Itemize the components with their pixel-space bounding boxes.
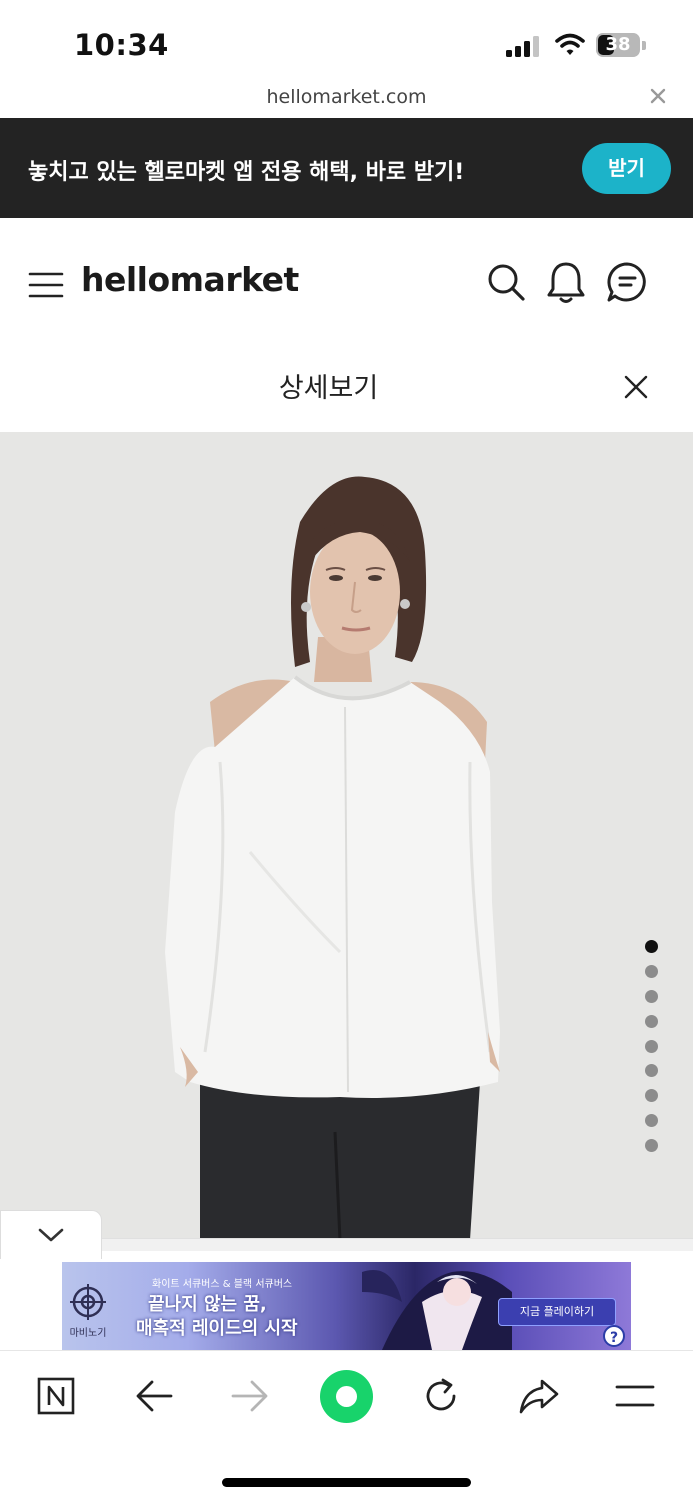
close-icon[interactable] [622,373,650,401]
bell-icon[interactable] [545,260,587,304]
naver-green-dot-button[interactable] [320,1370,373,1423]
battery-tip [642,41,646,50]
pager-dot[interactable] [645,1089,658,1102]
green-dot-inner [336,1386,357,1407]
mabinogi-logo-icon [70,1284,106,1320]
product-photo [0,432,693,1240]
search-icon[interactable] [486,262,526,302]
image-pager[interactable] [645,940,659,1152]
pager-dot[interactable] [645,990,658,1003]
home-indicator [222,1478,471,1487]
pager-dot[interactable] [645,1064,658,1077]
battery-percent: 38 [605,34,631,55]
back-arrow-icon[interactable] [135,1379,173,1413]
get-app-button[interactable]: 받기 [582,143,671,194]
collapse-ad-tab[interactable] [0,1210,102,1259]
wifi-icon [555,33,585,55]
ad-logo-text: 마비노기 [69,1328,107,1339]
site-header: hellomarket [0,218,693,348]
pager-dot[interactable] [645,965,658,978]
cellular-signal-icon [506,36,539,57]
pager-dot[interactable] [645,1015,658,1028]
product-image-viewer[interactable] [0,432,693,1240]
close-icon[interactable] [646,84,670,108]
ad-subtitle: 화이트 서큐버스 & 블랙 서큐버스 [152,1279,293,1290]
pager-dot[interactable] [645,1040,658,1053]
pager-dot[interactable] [645,1114,658,1127]
status-bar: 10:34 38 [0,0,693,84]
status-time: 10:34 [74,28,169,62]
ad-help-icon[interactable]: ? [603,1325,625,1347]
battery-icon: 38 [596,33,648,59]
page-title: 상세보기 [278,373,379,404]
collapse-strip [0,1238,693,1251]
ad-banner[interactable]: 마비노기 화이트 서큐버스 & 블랙 서큐버스 끝나지 않는 꿈, 매혹적 레이… [62,1262,631,1350]
ad-title-line2: 매혹적 레이드의 시작 [136,1318,298,1339]
pager-dot[interactable] [645,1139,658,1152]
menu-icon[interactable] [615,1384,655,1408]
share-icon[interactable] [518,1377,560,1415]
chevron-down-icon[interactable] [37,1226,65,1244]
hamburger-menu-icon[interactable] [28,272,64,298]
ad-title-line1: 끝나지 않는 꿈, [148,1294,267,1315]
forward-arrow-icon[interactable] [231,1379,269,1413]
hellomarket-logo[interactable]: hellomarket [81,260,299,299]
reload-icon[interactable] [421,1376,461,1416]
ad-play-button[interactable]: 지금 플레이하기 [498,1298,616,1326]
pager-dot-active[interactable] [645,940,658,953]
url-text[interactable]: hellomarket.com [0,86,693,108]
browser-url-bar[interactable]: hellomarket.com [0,84,693,118]
chat-icon[interactable] [606,261,648,303]
naver-home-icon[interactable] [37,1377,75,1415]
browser-toolbar [0,1350,693,1501]
app-promo-text: 놓치고 있는 헬로마켓 앱 전용 해택, 바로 받기! [28,160,465,185]
